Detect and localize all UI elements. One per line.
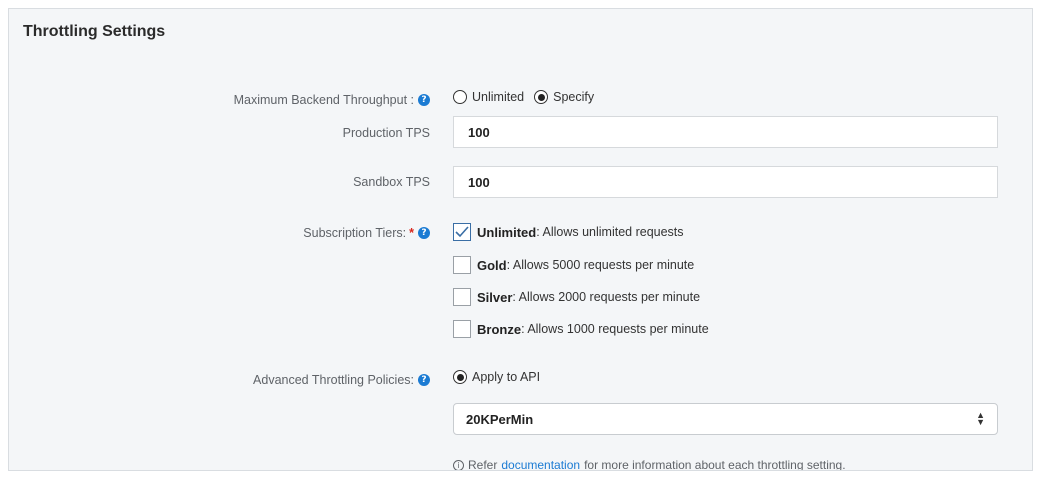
subscription-tiers-label: Subscription Tiers: * ? — [303, 226, 430, 240]
tier-silver-checkbox-row[interactable]: Silver : Allows 2000 requests per minute — [453, 288, 700, 306]
tier-description: : Allows unlimited requests — [536, 225, 684, 239]
tier-description: : Allows 5000 requests per minute — [506, 258, 695, 272]
production-tps-label: Production TPS — [342, 126, 430, 140]
radio-specify-indicator[interactable] — [534, 90, 549, 104]
radio-unlimited[interactable]: Unlimited — [453, 90, 524, 104]
advanced-policies-radio-group: Apply to API — [453, 370, 550, 384]
info-circle-icon: i — [453, 459, 464, 470]
panel-title: Throttling Settings — [23, 23, 166, 40]
tier-description: : Allows 2000 requests per minute — [512, 290, 701, 304]
tier-description: : Allows 1000 requests per minute — [521, 322, 709, 336]
production-tps-input[interactable] — [453, 116, 998, 148]
check-icon — [455, 226, 469, 238]
tier-name: Bronze — [477, 321, 522, 337]
tier-unlimited-checkbox-row[interactable]: Unlimited : Allows unlimited requests — [453, 223, 684, 241]
documentation-link[interactable]: documentation — [501, 458, 580, 470]
radio-specify[interactable]: Specify — [534, 90, 594, 104]
sandbox-tps-input[interactable] — [453, 166, 998, 198]
advanced-policies-label: Advanced Throttling Policies: ? — [253, 373, 430, 387]
backend-throughput-radio-group: Unlimited Specify — [453, 90, 604, 104]
radio-apply-to-api-indicator[interactable] — [453, 370, 467, 384]
required-mark: * — [409, 226, 414, 240]
policy-select-value: 20KPerMin — [466, 411, 534, 427]
tier-name: Gold — [477, 257, 507, 273]
tier-name: Silver — [477, 289, 513, 305]
tier-bronze-checkbox[interactable] — [453, 320, 471, 338]
radio-unlimited-indicator[interactable] — [453, 90, 467, 104]
documentation-hint: i Refer documentation for more informati… — [453, 458, 846, 470]
tier-bronze-checkbox-row[interactable]: Bronze : Allows 1000 requests per minute — [453, 320, 709, 338]
radio-apply-to-api[interactable]: Apply to API — [453, 370, 540, 384]
policy-select[interactable]: 20KPerMin ▲ ▼ — [453, 403, 998, 435]
backend-throughput-label: Maximum Backend Throughput : ? — [234, 93, 430, 107]
question-circle-icon[interactable]: ? — [418, 374, 430, 386]
question-circle-icon[interactable]: ? — [418, 227, 430, 239]
throttling-settings-panel: Throttling Settings Maximum Backend Thro… — [8, 8, 1033, 471]
question-circle-icon[interactable]: ? — [418, 94, 430, 106]
select-arrows-icon: ▲ ▼ — [976, 410, 985, 427]
tier-gold-checkbox[interactable] — [453, 256, 471, 274]
tier-gold-checkbox-row[interactable]: Gold : Allows 5000 requests per minute — [453, 256, 694, 274]
tier-unlimited-checkbox[interactable] — [453, 223, 471, 241]
tier-silver-checkbox[interactable] — [453, 288, 471, 306]
tier-name: Unlimited — [477, 224, 537, 240]
sandbox-tps-label: Sandbox TPS — [353, 175, 430, 189]
